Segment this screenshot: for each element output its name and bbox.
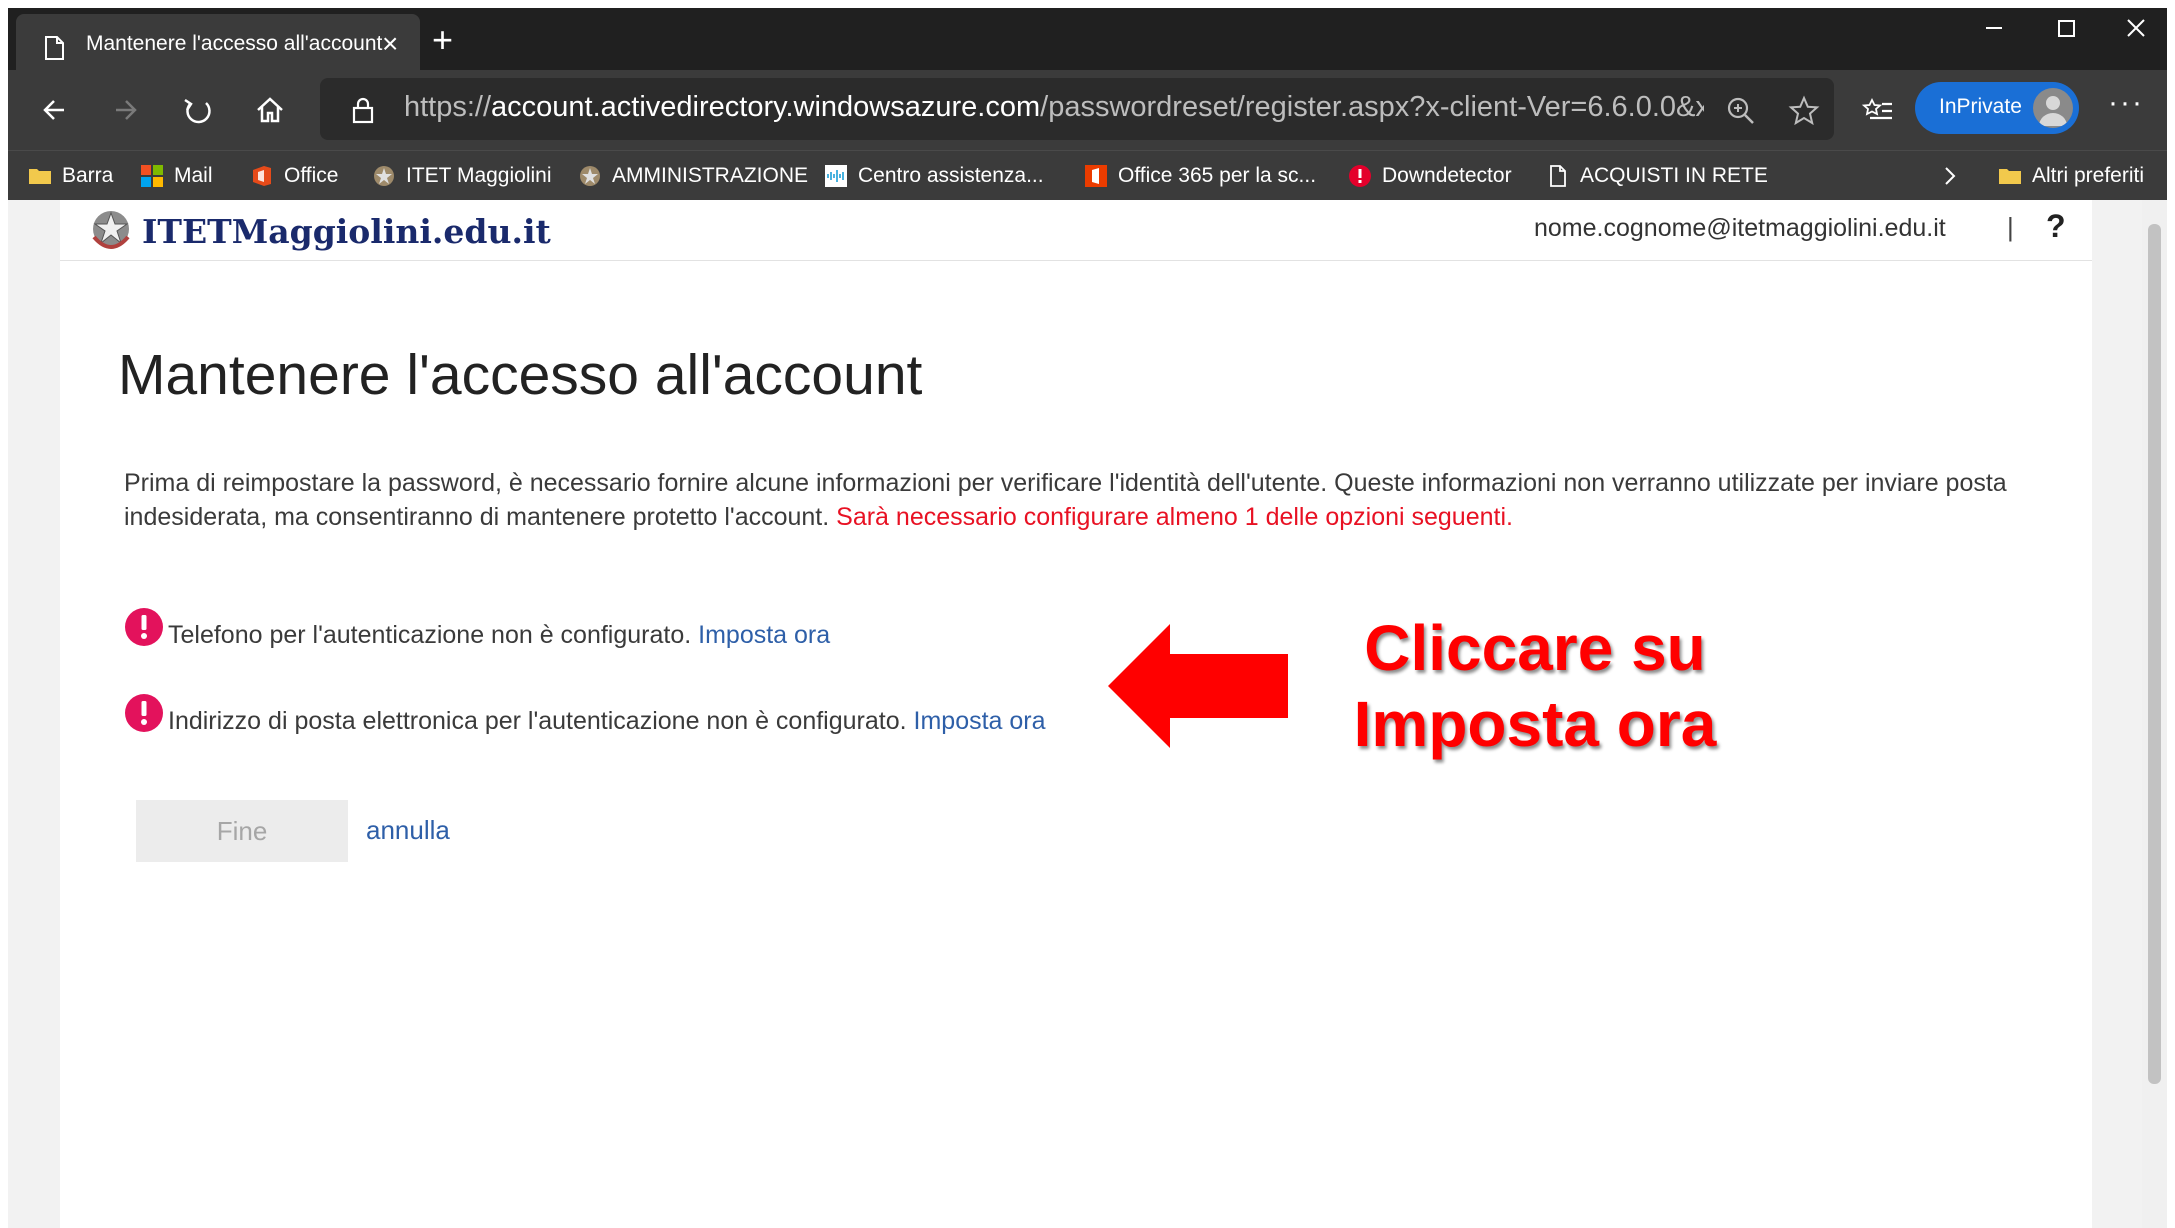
emblem-icon <box>92 211 130 249</box>
screen: Mantenere l'accesso all'account × + http… <box>0 0 2175 1228</box>
url-host: account.activedirectory.windowsazure.com <box>491 91 1041 123</box>
page-title: Mantenere l'accesso all'account <box>118 343 923 407</box>
page-content: ITETMaggiolini.edu.it nome.cognome@itetm… <box>60 200 2092 1228</box>
favorite-label: Downdetector <box>1382 164 1512 187</box>
favorite-label: Office 365 per la sc... <box>1118 164 1317 187</box>
favorite-item-acquisti-in-rete[interactable]: ACQUISTI IN RETE <box>1546 159 1768 193</box>
avatar <box>2033 88 2073 128</box>
emblem-icon <box>374 166 394 186</box>
browser-toolbar: https://account.activedirectory.windowsa… <box>8 70 2167 150</box>
url-text[interactable]: https://account.activedirectory.windowsa… <box>404 91 1704 124</box>
annotation-text: Cliccare su Imposta ora <box>1300 610 1770 762</box>
favorite-item-downdetector[interactable]: Downdetector <box>1348 159 1512 193</box>
warning-icon <box>125 694 163 732</box>
new-tab-icon[interactable]: + <box>432 22 453 58</box>
favorite-label: ACQUISTI IN RETE <box>1580 164 1768 187</box>
alert-icon <box>1349 165 1371 187</box>
favorite-label: ITET Maggiolini <box>406 164 552 187</box>
cisco-icon <box>825 165 847 187</box>
cancel-link[interactable]: annulla <box>366 815 450 846</box>
inprivate-label: InPrivate <box>1939 95 2022 118</box>
office-icon <box>253 166 271 186</box>
favorite-label: Centro assistenza... <box>858 164 1044 187</box>
favorite-item-mail[interactable]: Mail <box>140 159 213 193</box>
tab-title: Mantenere l'accesso all'account <box>86 32 383 55</box>
folder-icon <box>29 169 51 184</box>
favorite-item-centro-assistenza[interactable]: Centro assistenza... <box>824 159 1044 193</box>
title-bar: Mantenere l'accesso all'account × + <box>8 8 2167 70</box>
favorite-item-barra[interactable]: Barra <box>28 159 113 193</box>
header-separator: | <box>2007 212 2014 242</box>
url-scheme: https:// <box>404 91 492 123</box>
home-icon[interactable] <box>248 88 292 132</box>
back-icon[interactable] <box>34 88 78 132</box>
office365-icon <box>1085 165 1107 187</box>
site-header: ITETMaggiolini.edu.it nome.cognome@itetm… <box>60 200 2092 261</box>
favorites-bar: Barra Mail Office ITET Maggiolini AMMINI… <box>8 150 2167 201</box>
favorite-star-icon[interactable] <box>1788 95 1820 127</box>
setup-phone-link[interactable]: Imposta ora <box>698 621 830 649</box>
annotation-line-1: Cliccare su <box>1364 612 1706 684</box>
auth-email-text: Indirizzo di posta elettronica per l'aut… <box>168 707 907 735</box>
inprivate-badge[interactable]: InPrivate <box>1915 82 2079 134</box>
browser-tab[interactable]: Mantenere l'accesso all'account × <box>16 14 420 70</box>
maximize-icon[interactable] <box>2030 8 2102 52</box>
annotation-arrow-icon <box>1108 624 1288 748</box>
zoom-icon[interactable] <box>1725 95 1757 127</box>
warning-icon <box>125 608 163 646</box>
minimize-icon[interactable] <box>1958 8 2030 52</box>
required-notice: Sarà necessario configurare almeno 1 del… <box>836 503 1513 531</box>
favorite-item-amministrazione[interactable]: AMMINISTRAZIONE <box>578 159 808 193</box>
favorite-item-office[interactable]: Office <box>250 159 338 193</box>
site-logo-text: ITETMaggiolini.edu.it <box>142 211 551 251</box>
address-bar[interactable]: https://account.activedirectory.windowsa… <box>320 78 1834 140</box>
page-viewport: ITETMaggiolini.edu.it nome.cognome@itetm… <box>8 200 2167 1228</box>
refresh-icon[interactable] <box>176 88 220 132</box>
close-window-icon[interactable] <box>2100 8 2172 52</box>
finish-button[interactable]: Fine <box>136 800 348 862</box>
favorite-item-office365[interactable]: Office 365 per la sc... <box>1084 159 1316 193</box>
more-options-icon[interactable]: ··· <box>2108 86 2144 120</box>
lock-icon <box>352 97 374 124</box>
auth-phone-text: Telefono per l'autenticazione non è conf… <box>168 621 692 649</box>
folder-icon <box>1999 169 2021 184</box>
scrollbar-thumb[interactable] <box>2148 224 2161 1084</box>
setup-email-link[interactable]: Imposta ora <box>914 707 1046 735</box>
favorite-label: Mail <box>174 164 213 187</box>
forward-icon[interactable] <box>104 88 148 132</box>
favorite-item-itet-maggiolini[interactable]: ITET Maggiolini <box>372 159 552 193</box>
microsoft-logo-icon <box>141 165 163 187</box>
favorite-label: Office <box>284 164 339 187</box>
user-email[interactable]: nome.cognome@itetmaggiolini.edu.it <box>1534 214 1946 243</box>
help-icon[interactable]: ? <box>2046 208 2066 245</box>
favorites-overflow-chevron-icon[interactable] <box>1940 159 1960 193</box>
tab-close-icon[interactable]: × <box>382 28 398 60</box>
favorite-item-altri-preferiti[interactable]: Altri preferiti <box>1998 159 2144 193</box>
favorite-label: Altri preferiti <box>2032 164 2145 187</box>
favorite-label: AMMINISTRAZIONE <box>612 164 809 187</box>
site-logo[interactable]: ITETMaggiolini.edu.it <box>88 206 551 256</box>
favorite-label: Barra <box>62 164 114 187</box>
page-icon <box>45 36 64 60</box>
browser-window: Mantenere l'accesso all'account × + http… <box>8 8 2167 1228</box>
intro-text: Prima di reimpostare la password, è nece… <box>124 466 2084 534</box>
url-path: /passwordreset/register.aspx?x-client-Ve… <box>1040 91 1704 123</box>
vertical-scrollbar[interactable] <box>2142 200 2167 1228</box>
emblem-icon <box>580 166 600 186</box>
annotation-line-2: Imposta ora <box>1353 688 1717 760</box>
favorites-list-icon[interactable] <box>1856 88 1900 132</box>
page-icon <box>1550 165 1566 187</box>
